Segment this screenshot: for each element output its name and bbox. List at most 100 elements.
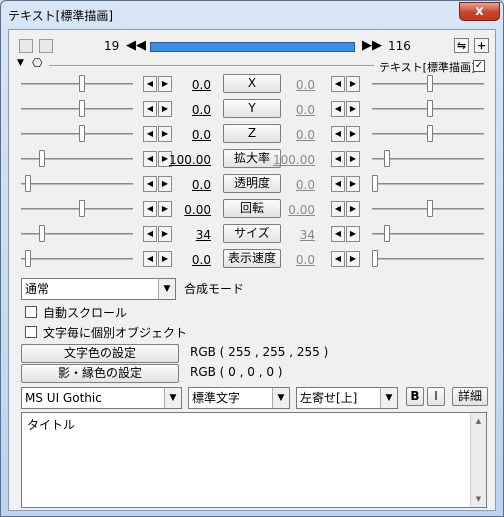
blend-mode-select[interactable]: 通常 ▼ bbox=[21, 278, 176, 300]
left-slider-thumb[interactable] bbox=[39, 150, 45, 167]
right-slider-thumb[interactable] bbox=[427, 75, 433, 92]
right-slider-thumb[interactable] bbox=[384, 225, 390, 242]
left-slider-thumb[interactable] bbox=[79, 200, 85, 217]
decrement-icon[interactable]: ◀ bbox=[331, 101, 345, 117]
left-slider-thumb[interactable] bbox=[79, 75, 85, 92]
left-slider-track[interactable] bbox=[21, 133, 133, 135]
header-divider bbox=[49, 65, 374, 66]
increment-icon[interactable]: ▶ bbox=[346, 176, 360, 192]
start-value[interactable]: 0.0 bbox=[167, 103, 211, 117]
layer-icon[interactable] bbox=[39, 39, 53, 53]
camera-off-icon[interactable] bbox=[19, 39, 33, 53]
right-slider-track[interactable] bbox=[372, 183, 484, 185]
right-slider-track[interactable] bbox=[372, 258, 484, 260]
left-slider-track[interactable] bbox=[21, 108, 133, 110]
decrement-icon[interactable]: ◀ bbox=[143, 76, 157, 92]
chevron-down-icon: ▼ bbox=[164, 388, 181, 408]
italic-button[interactable]: I bbox=[427, 387, 445, 406]
end-value[interactable]: 0.0 bbox=[271, 103, 315, 117]
decrement-icon[interactable]: ◀ bbox=[143, 251, 157, 267]
end-value[interactable]: 0.00 bbox=[271, 203, 315, 217]
decrement-icon[interactable]: ◀ bbox=[331, 126, 345, 142]
right-slider-thumb[interactable] bbox=[372, 175, 378, 192]
decrement-icon[interactable]: ◀ bbox=[143, 176, 157, 192]
start-value[interactable]: 0.0 bbox=[167, 253, 211, 267]
right-slider-thumb[interactable] bbox=[427, 125, 433, 142]
increment-icon[interactable]: ▶ bbox=[346, 126, 360, 142]
start-value[interactable]: 0.0 bbox=[167, 78, 211, 92]
auto-scroll-checkbox[interactable] bbox=[25, 306, 37, 318]
close-button[interactable]: x bbox=[459, 2, 500, 21]
increment-icon[interactable]: ▶ bbox=[346, 151, 360, 167]
right-slider-thumb[interactable] bbox=[427, 100, 433, 117]
left-slider-thumb[interactable] bbox=[79, 125, 85, 142]
left-slider-thumb[interactable] bbox=[25, 250, 31, 267]
frame-range-bar[interactable] bbox=[150, 42, 355, 52]
shadow-color-button[interactable]: 影・縁色の設定 bbox=[21, 364, 179, 383]
decrement-icon[interactable]: ◀ bbox=[143, 151, 157, 167]
start-value[interactable]: 34 bbox=[167, 228, 211, 242]
left-slider-thumb[interactable] bbox=[79, 100, 85, 117]
decrement-icon[interactable]: ◀ bbox=[331, 226, 345, 242]
start-value[interactable]: 0.00 bbox=[167, 203, 211, 217]
left-slider-track[interactable] bbox=[21, 183, 133, 185]
scroll-up-icon[interactable]: ▲ bbox=[471, 413, 486, 429]
scroll-down-icon[interactable]: ▼ bbox=[471, 491, 486, 507]
decrement-icon[interactable]: ◀ bbox=[331, 176, 345, 192]
end-value[interactable]: 0.0 bbox=[271, 178, 315, 192]
left-slider-track[interactable] bbox=[21, 83, 133, 85]
next-frame-icon[interactable]: ▶▶ bbox=[362, 39, 382, 53]
per-char-object-checkbox[interactable] bbox=[25, 326, 37, 338]
increment-icon[interactable]: ▶ bbox=[346, 251, 360, 267]
end-value[interactable]: 100.00 bbox=[271, 153, 315, 167]
left-slider-track[interactable] bbox=[21, 208, 133, 210]
end-value[interactable]: 0.0 bbox=[271, 253, 315, 267]
text-align-select[interactable]: 左寄せ[上] ▼ bbox=[296, 387, 398, 409]
end-value[interactable]: 0.0 bbox=[271, 128, 315, 142]
loop-button[interactable]: ⇋ bbox=[454, 38, 469, 53]
decrement-icon[interactable]: ◀ bbox=[331, 76, 345, 92]
decrement-icon[interactable]: ◀ bbox=[143, 126, 157, 142]
start-value[interactable]: 100.00 bbox=[167, 153, 211, 167]
text-color-value: RGB ( 255 , 255 , 255 ) bbox=[190, 345, 329, 359]
decrement-icon[interactable]: ◀ bbox=[143, 101, 157, 117]
decrement-icon[interactable]: ◀ bbox=[143, 201, 157, 217]
increment-icon[interactable]: ▶ bbox=[346, 226, 360, 242]
left-slider-thumb[interactable] bbox=[25, 175, 31, 192]
chevron-down-icon: ▼ bbox=[272, 388, 289, 408]
title-bar[interactable]: テキスト[標準描画] x bbox=[1, 1, 503, 29]
increment-icon[interactable]: ▶ bbox=[346, 76, 360, 92]
text-input[interactable]: タイトル ▲ ▼ bbox=[21, 412, 487, 508]
add-filter-button[interactable]: + bbox=[474, 38, 489, 53]
end-value[interactable]: 34 bbox=[271, 228, 315, 242]
left-slider-thumb[interactable] bbox=[39, 225, 45, 242]
increment-icon[interactable]: ▶ bbox=[346, 101, 360, 117]
text-color-button[interactable]: 文字色の設定 bbox=[21, 344, 179, 363]
text-align-value: 左寄せ[上] bbox=[300, 391, 358, 405]
decrement-icon[interactable]: ◀ bbox=[331, 201, 345, 217]
left-slider-track[interactable] bbox=[21, 158, 133, 160]
right-slider-thumb[interactable] bbox=[427, 200, 433, 217]
start-value[interactable]: 0.0 bbox=[167, 178, 211, 192]
left-slider-track[interactable] bbox=[21, 233, 133, 235]
filter-enable-checkbox[interactable]: ✓ bbox=[473, 60, 485, 72]
increment-icon[interactable]: ▶ bbox=[346, 201, 360, 217]
bold-button[interactable]: B bbox=[406, 387, 424, 406]
start-value[interactable]: 0.0 bbox=[167, 128, 211, 142]
collapse-icon[interactable]: ▼ bbox=[17, 58, 24, 68]
left-slider-track[interactable] bbox=[21, 258, 133, 260]
chevron-down-icon: ▼ bbox=[158, 279, 175, 299]
font-family-select[interactable]: MS UI Gothic ▼ bbox=[21, 387, 182, 409]
text-input-value: タイトル bbox=[27, 418, 76, 432]
prev-frame-icon[interactable]: ◀◀ bbox=[126, 39, 146, 53]
start-frame: 19 bbox=[104, 39, 120, 53]
right-slider-thumb[interactable] bbox=[372, 250, 378, 267]
textarea-scrollbar[interactable]: ▲ ▼ bbox=[470, 413, 486, 507]
text-style-select[interactable]: 標準文字 ▼ bbox=[188, 387, 290, 409]
decrement-icon[interactable]: ◀ bbox=[331, 251, 345, 267]
detail-button[interactable]: 詳細 bbox=[452, 387, 488, 406]
decrement-icon[interactable]: ◀ bbox=[143, 226, 157, 242]
decrement-icon[interactable]: ◀ bbox=[331, 151, 345, 167]
end-value[interactable]: 0.0 bbox=[271, 78, 315, 92]
right-slider-thumb[interactable] bbox=[384, 150, 390, 167]
